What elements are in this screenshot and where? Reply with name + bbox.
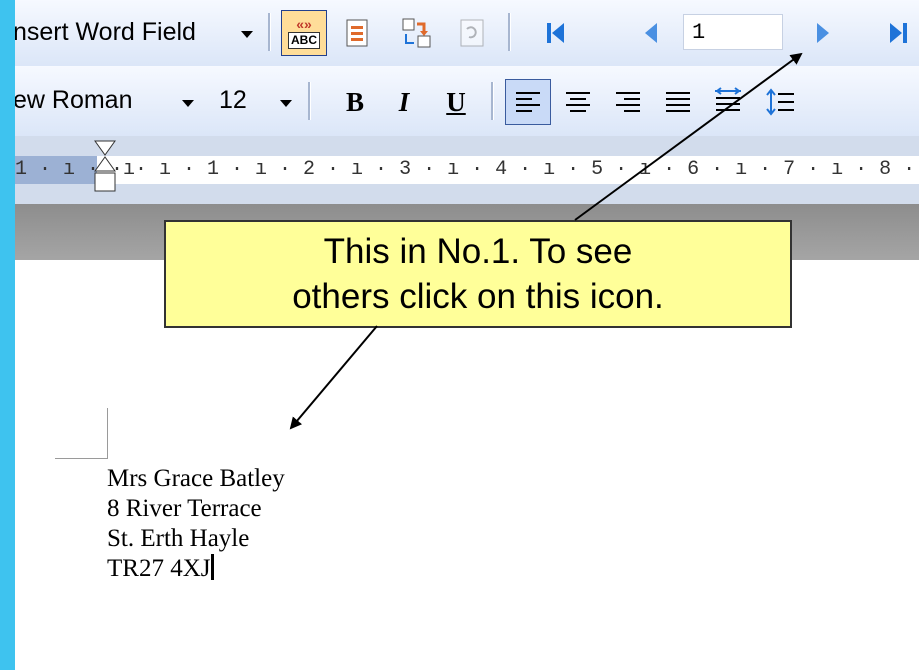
arrow-to-address (289, 325, 378, 430)
callout-arrows (289, 52, 803, 430)
arrow-to-next-record (574, 52, 803, 221)
word-window: nsert Word Field «» ABC 1 ew Roman 12 B … (15, 0, 919, 670)
